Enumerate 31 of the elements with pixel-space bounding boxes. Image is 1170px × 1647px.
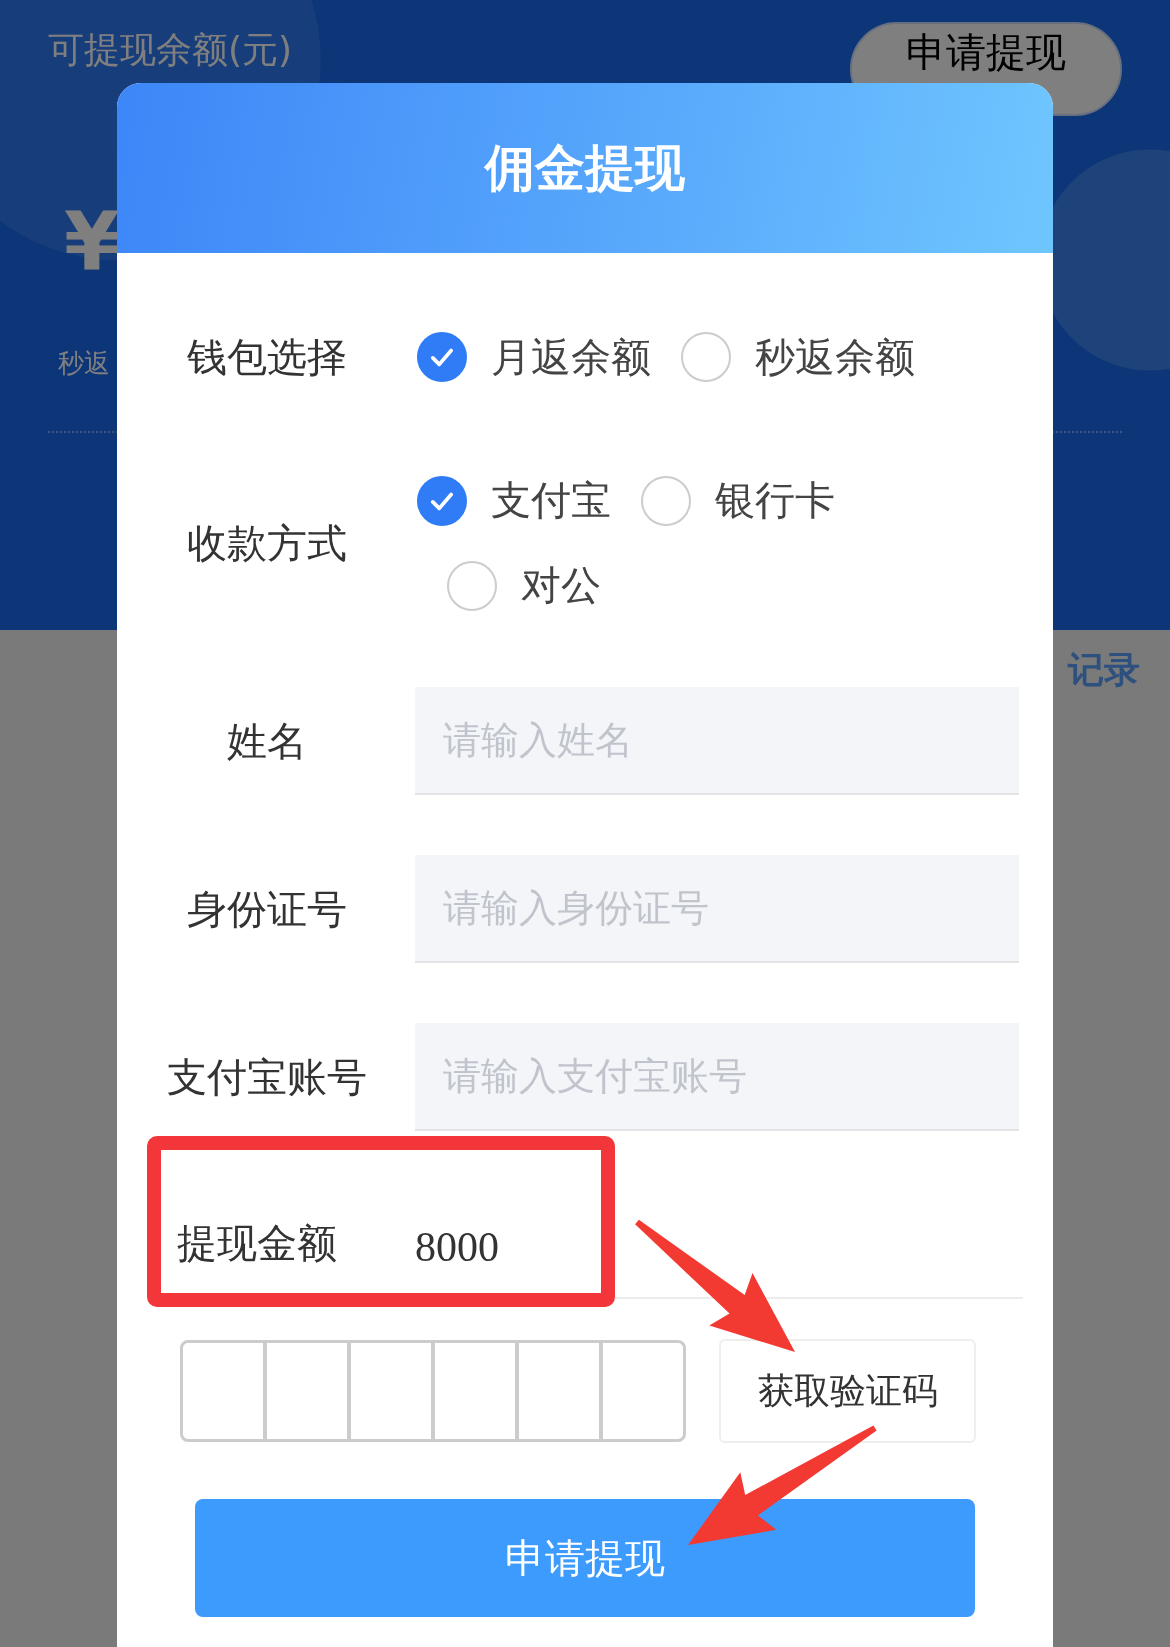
radio-button[interactable] <box>417 332 467 382</box>
amount-value: 8000 <box>415 1223 499 1271</box>
code-cell[interactable] <box>516 1340 602 1442</box>
option-label[interactable]: 月返余额 <box>491 329 651 385</box>
field-label: 提现金额 <box>177 1219 337 1268</box>
code-cell[interactable] <box>348 1340 434 1442</box>
field-label: 姓名 <box>226 716 308 766</box>
currency-symbol: ¥ <box>64 202 121 282</box>
sub-label: 秒返 <box>58 347 110 380</box>
balance-label: 可提现余额(元) <box>48 28 293 72</box>
field-label: 身份证号 <box>186 884 348 934</box>
check-icon <box>430 348 454 367</box>
radio-button[interactable] <box>447 560 497 611</box>
code-cell[interactable] <box>600 1340 686 1442</box>
code-cell[interactable] <box>432 1340 518 1442</box>
option-label[interactable]: 对公 <box>521 558 601 613</box>
dialog-title: 佣金提现 <box>485 137 685 199</box>
code-cell[interactable] <box>180 1340 266 1442</box>
check-icon <box>430 492 454 510</box>
option-label[interactable]: 秒返余额 <box>755 329 915 385</box>
field-label: 钱包选择 <box>186 332 348 382</box>
code-cell[interactable] <box>264 1340 350 1442</box>
option-label[interactable]: 支付宝 <box>491 473 611 528</box>
field-label: 收款方式 <box>186 518 348 568</box>
radio-button[interactable] <box>681 332 731 382</box>
option-label[interactable]: 银行卡 <box>715 473 835 528</box>
code-input[interactable] <box>180 1340 686 1442</box>
field-label: 支付宝账号 <box>166 1052 368 1102</box>
radio-button[interactable] <box>417 475 467 526</box>
get-code-button[interactable]: 获取验证码 <box>719 1339 976 1443</box>
radio-button[interactable] <box>641 475 691 526</box>
